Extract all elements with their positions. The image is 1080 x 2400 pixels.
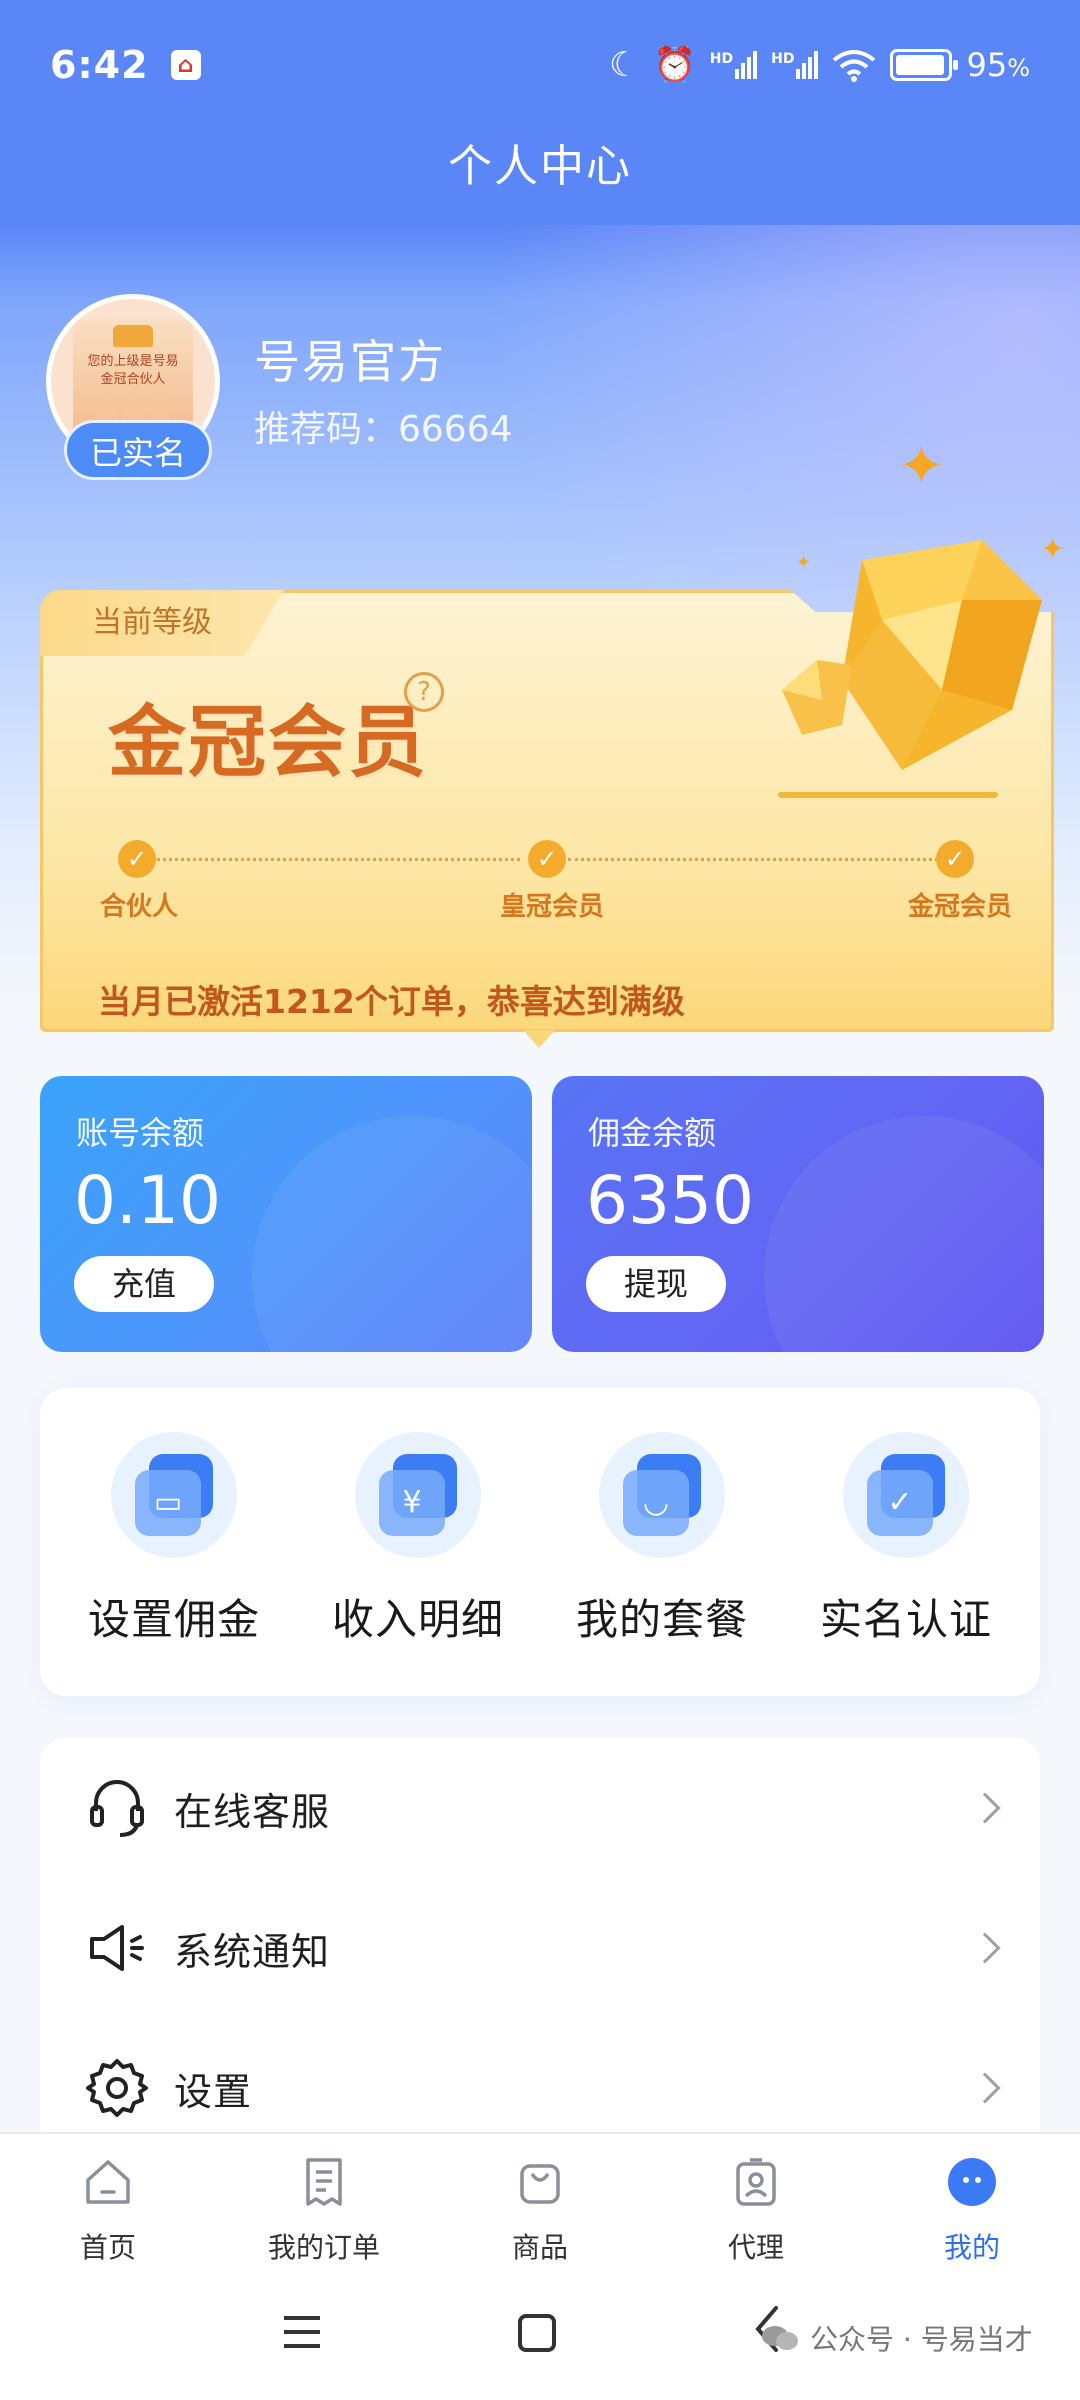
level-step-check-icon: ✓	[118, 840, 156, 878]
shopping-bag-icon: ◡	[599, 1432, 725, 1558]
level-step-label: 合伙人	[100, 892, 179, 922]
nav-agent[interactable]: 代理	[648, 2134, 864, 2268]
headset-icon	[90, 1780, 144, 1837]
agent-icon	[736, 2158, 776, 2206]
quick-actions-card: ▭ 设置佣金 ¥ 收入明细 ◡ 我的套餐 ✓ 实名认证	[40, 1388, 1040, 1696]
level-step-check-icon: ✓	[528, 840, 566, 878]
user-verified-icon: ✓	[843, 1432, 969, 1558]
verified-badge: 已实名	[64, 420, 212, 480]
page-title: 个人中心	[448, 141, 632, 192]
status-icons: ☾ ⏰ HD HD 95%	[609, 45, 1030, 85]
account-balance-label: 账号余额	[76, 1114, 205, 1152]
menu-icon[interactable]	[280, 2312, 324, 2352]
level-step-label: 金冠会员	[908, 892, 1013, 922]
crown-icon	[113, 325, 153, 347]
battery-icon	[890, 49, 959, 81]
chevron-right-icon	[969, 2072, 1001, 2104]
quick-action-set-commission[interactable]: ▭ 设置佣金	[74, 1432, 274, 1647]
nav-products[interactable]: 商品	[432, 2134, 648, 2268]
level-progress-line	[568, 858, 938, 861]
level-tab: 当前等级	[40, 590, 284, 656]
referral-code: 推荐码：66664	[254, 409, 513, 450]
alarm-off-icon: ⏰	[653, 45, 696, 85]
watermark: 公众号 · 号易当才	[760, 2318, 1033, 2358]
menu-list: 在线客服 系统通知 设置	[40, 1738, 1040, 2158]
wechat-icon	[762, 2326, 798, 2350]
menu-item-customer-service[interactable]: 在线客服	[40, 1738, 1040, 1878]
commission-balance-card[interactable]: 佣金余额 6350 提现	[552, 1076, 1044, 1352]
bottom-nav: 首页 我的订单 商品 代理 我的	[0, 2132, 1080, 2268]
account-balance-value: 0.10	[74, 1162, 221, 1239]
level-message: 当月已激活1212个订单，恭喜达到满级	[98, 982, 685, 1021]
quick-action-my-plan[interactable]: ◡ 我的套餐	[562, 1432, 762, 1647]
moon-icon: ☾	[608, 45, 640, 85]
level-step-label: 皇冠会员	[500, 892, 605, 922]
help-icon[interactable]: ?	[404, 672, 444, 712]
commission-balance-label: 佣金余额	[588, 1114, 717, 1152]
status-time: 6:42	[50, 43, 149, 87]
battery-level: 95%	[966, 46, 1030, 84]
home-square-icon[interactable]	[516, 2312, 558, 2354]
commission-balance-value: 6350	[586, 1162, 754, 1239]
level-progress-line	[152, 858, 520, 861]
quick-action-income-details[interactable]: ¥ 收入明细	[318, 1432, 518, 1647]
level-name: 金冠会员	[108, 697, 429, 788]
app-notification-icon: ⌂	[170, 50, 201, 80]
diamond-icon	[782, 540, 1042, 770]
chevron-right-icon	[969, 1932, 1001, 1964]
chevron-right-icon	[969, 1792, 1001, 1824]
signal-icon-2: HD	[771, 51, 819, 79]
diamond-pedestal	[778, 792, 998, 798]
account-balance-card[interactable]: 账号余额 0.10 充值	[40, 1076, 532, 1352]
bag-icon	[520, 2164, 560, 2204]
quick-action-verification[interactable]: ✓ 实名认证	[806, 1432, 1006, 1647]
sparkle-icon: ✦	[898, 434, 945, 499]
withdraw-button[interactable]: 提现	[586, 1256, 726, 1312]
profile-icon	[948, 2158, 996, 2206]
recharge-button[interactable]: 充值	[74, 1256, 214, 1312]
wallet-icon: ▭	[111, 1432, 237, 1558]
menu-item-notifications[interactable]: 系统通知	[40, 1878, 1040, 2018]
gear-icon	[86, 2059, 148, 2117]
nav-home[interactable]: 首页	[0, 2134, 216, 2268]
order-icon	[306, 2158, 342, 2206]
wifi-icon	[833, 50, 876, 82]
level-step-check-icon: ✓	[936, 840, 974, 878]
card-pointer	[523, 1030, 555, 1048]
user-name: 号易官方	[254, 335, 446, 389]
money-bag-icon: ¥	[355, 1432, 481, 1558]
status-bar: 6:42 ⌂ ☾ ⏰ HD HD 95%	[0, 0, 1080, 130]
home-icon	[86, 2160, 130, 2204]
speaker-icon	[90, 1925, 144, 1971]
nav-orders[interactable]: 我的订单	[216, 2134, 432, 2268]
nav-profile[interactable]: 我的	[864, 2134, 1080, 2268]
signal-icon-1: HD	[710, 51, 758, 79]
